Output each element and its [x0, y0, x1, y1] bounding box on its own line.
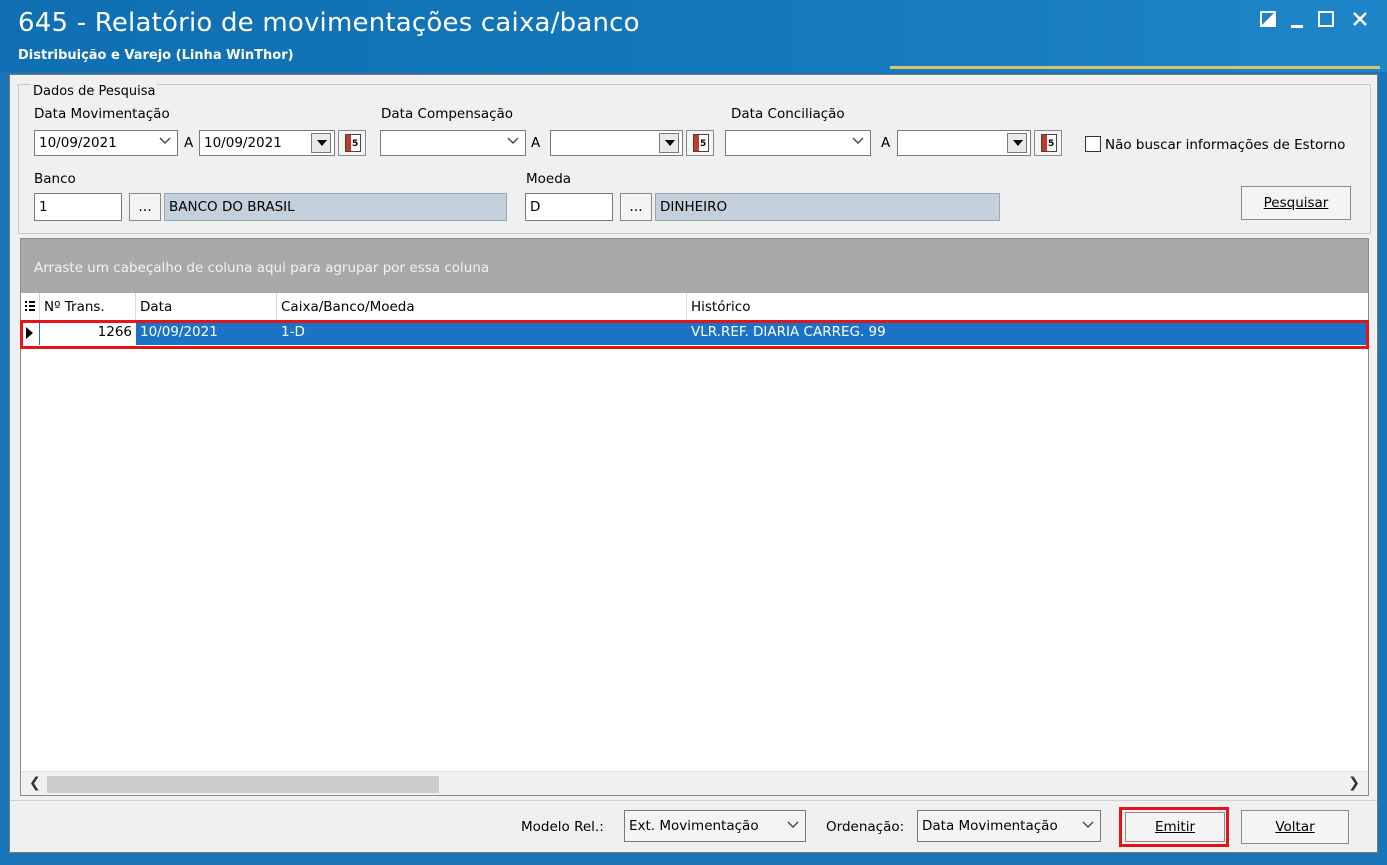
- title-accent-line: [890, 66, 1380, 69]
- horizontal-scrollbar[interactable]: ❮ ❯: [21, 771, 1368, 795]
- scroll-right-icon[interactable]: ❯: [1348, 775, 1360, 791]
- scroll-left-icon[interactable]: ❮: [29, 775, 41, 791]
- field-value: DINHEIRO: [660, 199, 728, 215]
- main-panel: Dados de Pesquisa Data Movimentação 10/0…: [9, 74, 1378, 853]
- date-value: 10/09/2021: [204, 135, 282, 151]
- column-header-historico[interactable]: Histórico: [687, 293, 1368, 321]
- chevron-down-icon: [317, 140, 327, 146]
- dropdown-button[interactable]: [1007, 133, 1027, 153]
- ordenacao-select[interactable]: Data Movimentação: [917, 810, 1101, 842]
- moeda-lookup-button[interactable]: ...: [620, 193, 652, 221]
- input-value: 1: [39, 199, 48, 215]
- calendar-icon: 5: [1041, 134, 1057, 152]
- moeda-label: Moeda: [526, 171, 572, 187]
- select-value: Data Movimentação: [922, 818, 1058, 834]
- dropdown-button[interactable]: [659, 133, 679, 153]
- select-value: Ext. Movimentação: [629, 818, 759, 834]
- nao-buscar-estorno-label: Não buscar informações de Estorno: [1105, 137, 1346, 153]
- banco-name-field: BANCO DO BRASIL: [164, 193, 507, 221]
- pesquisar-button[interactable]: Pesquisar: [1241, 186, 1351, 220]
- data-movimentacao-label: Data Movimentação: [34, 106, 170, 122]
- data-movimentacao-to-field[interactable]: 10/09/2021: [199, 130, 335, 156]
- calendar-number: 5: [700, 139, 707, 149]
- column-header-num-trans[interactable]: Nº Trans.: [40, 293, 136, 321]
- input-value: D: [530, 199, 541, 215]
- calendar-icon: 5: [345, 134, 361, 152]
- range-separator: A: [184, 135, 194, 151]
- chevron-down-icon: [665, 140, 675, 146]
- range-separator: A: [881, 135, 891, 151]
- footer-bar: Modelo Rel.: Ext. Movimentação Ordenação…: [10, 800, 1377, 852]
- chevron-down-icon: [787, 818, 799, 834]
- data-compensacao-label: Data Compensação: [381, 106, 514, 122]
- data-conciliacao-to-field[interactable]: [897, 130, 1031, 156]
- window-subtitle: Distribuição e Varejo (Linha WinThor): [18, 48, 294, 63]
- moeda-name-field: DINHEIRO: [655, 193, 1000, 221]
- calendar-button[interactable]: 5: [1034, 130, 1062, 156]
- chevron-down-icon: [852, 134, 864, 150]
- calendar-icon: 5: [693, 134, 709, 152]
- banco-code-input[interactable]: 1: [34, 193, 122, 221]
- group-by-panel[interactable]: Arraste um cabeçalho de coluna aqui para…: [21, 239, 1368, 293]
- voltar-label: Voltar: [1275, 819, 1315, 835]
- modelo-rel-select[interactable]: Ext. Movimentação: [624, 810, 806, 842]
- maximize-icon[interactable]: [1318, 10, 1334, 30]
- banco-label: Banco: [34, 171, 76, 187]
- moeda-code-input[interactable]: D: [525, 193, 613, 221]
- close-icon[interactable]: [1352, 10, 1368, 30]
- search-groupbox: Dados de Pesquisa Data Movimentação 10/0…: [18, 84, 1371, 234]
- data-conciliacao-from-combo[interactable]: [725, 130, 871, 156]
- restore-icon[interactable]: [1260, 10, 1276, 30]
- chevron-down-icon: [159, 134, 171, 150]
- title-bar: 645 - Relatório de movimentações caixa/b…: [0, 0, 1387, 72]
- calendar-button[interactable]: 5: [338, 130, 366, 156]
- data-compensacao-from-combo[interactable]: [380, 130, 526, 156]
- modelo-rel-label: Modelo Rel.:: [521, 819, 604, 835]
- calendar-button[interactable]: 5: [686, 130, 714, 156]
- chevron-down-icon: [1082, 818, 1094, 834]
- dropdown-button[interactable]: [311, 133, 331, 153]
- range-separator: A: [531, 135, 541, 151]
- calendar-number: 5: [352, 139, 359, 149]
- row-highlight-annotation: [20, 320, 1369, 349]
- banco-lookup-button[interactable]: ...: [129, 193, 161, 221]
- data-conciliacao-label: Data Conciliação: [731, 106, 845, 122]
- chevron-down-icon: [507, 134, 519, 150]
- nao-buscar-estorno-checkbox[interactable]: [1085, 136, 1101, 152]
- window-title: 645 - Relatório de movimentações caixa/b…: [18, 8, 640, 38]
- column-header-data[interactable]: Data: [136, 293, 277, 321]
- groupbox-title: Dados de Pesquisa: [31, 84, 158, 99]
- data-movimentacao-from-combo[interactable]: 10/09/2021: [34, 130, 178, 156]
- column-chooser-icon[interactable]: [21, 293, 40, 321]
- app-window: 645 - Relatório de movimentações caixa/b…: [0, 0, 1387, 865]
- calendar-number: 5: [1048, 139, 1055, 149]
- pesquisar-label: Pesquisar: [1263, 195, 1329, 211]
- ordenacao-label: Ordenação:: [826, 819, 905, 835]
- grid-header-row: Nº Trans. Data Caixa/Banco/Moeda Históri…: [21, 293, 1368, 321]
- emitir-highlight-annotation: [1119, 807, 1229, 847]
- column-header-caixa-banco-moeda[interactable]: Caixa/Banco/Moeda: [277, 293, 687, 321]
- field-value: BANCO DO BRASIL: [169, 199, 295, 215]
- voltar-button[interactable]: Voltar: [1241, 810, 1349, 844]
- minimize-icon[interactable]: [1290, 12, 1304, 32]
- chevron-down-icon: [1013, 140, 1023, 146]
- data-compensacao-to-field[interactable]: [550, 130, 683, 156]
- scrollbar-thumb[interactable]: [47, 776, 439, 793]
- combo-value: 10/09/2021: [39, 135, 117, 151]
- group-by-hint: Arraste um cabeçalho de coluna aqui para…: [34, 260, 490, 276]
